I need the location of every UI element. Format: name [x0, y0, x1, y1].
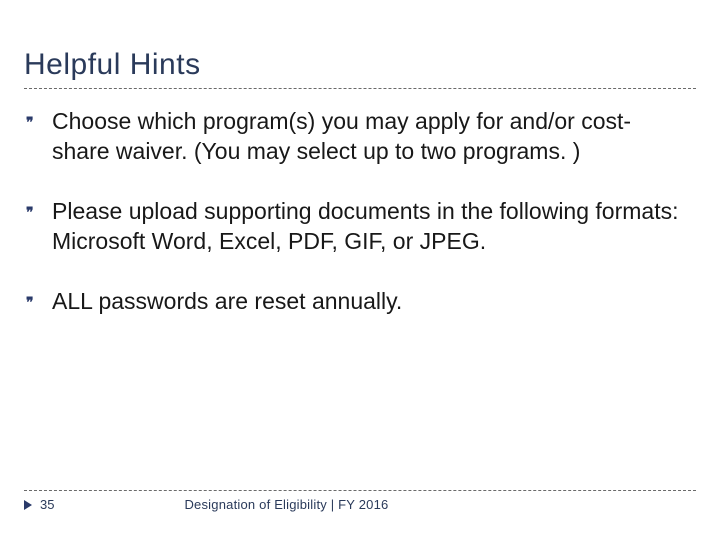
slide: Helpful Hints ❞ Choose which program(s) … — [0, 0, 720, 540]
bullet-icon: ❞ — [26, 107, 48, 137]
bullet-icon: ❞ — [26, 197, 48, 227]
title-divider — [24, 88, 696, 89]
footer-caption: Designation of Eligibility | FY 2016 — [184, 497, 388, 512]
list-item: ❞ Choose which program(s) you may apply … — [26, 107, 696, 167]
list-item: ❞ Please upload supporting documents in … — [26, 197, 696, 257]
bullet-text: Choose which program(s) you may apply fo… — [48, 107, 696, 167]
list-item: ❞ ALL passwords are reset annually. — [26, 287, 696, 317]
bullet-list: ❞ Choose which program(s) you may apply … — [24, 107, 696, 317]
footer-divider — [24, 490, 696, 491]
page-number: 35 — [40, 497, 54, 512]
bullet-text: ALL passwords are reset annually. — [48, 287, 410, 317]
play-icon — [24, 500, 32, 510]
bullet-text: Please upload supporting documents in th… — [48, 197, 696, 257]
page-title: Helpful Hints — [24, 48, 696, 88]
footer-row: 35 Designation of Eligibility | FY 2016 — [24, 497, 696, 512]
footer: 35 Designation of Eligibility | FY 2016 — [24, 490, 696, 512]
bullet-icon: ❞ — [26, 287, 48, 317]
